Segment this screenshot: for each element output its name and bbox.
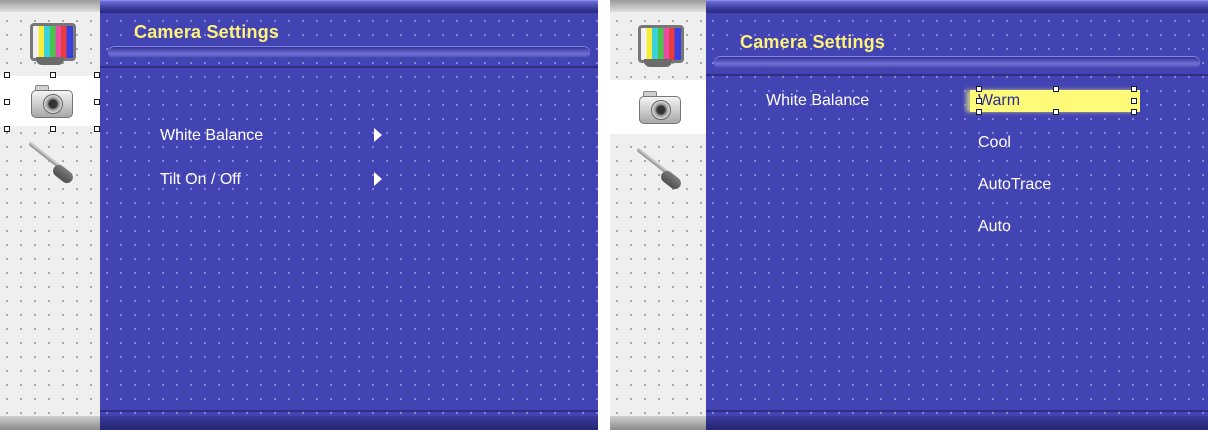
- selection-handle[interactable]: [50, 72, 56, 78]
- sidebar-item-tools[interactable]: [610, 134, 706, 194]
- tools-icon: [22, 130, 78, 186]
- divider: [100, 410, 598, 412]
- menu-item-white-balance[interactable]: White Balance: [160, 127, 263, 145]
- left-sidebar: [0, 0, 100, 430]
- sidebar-top-bevel: [0, 0, 100, 12]
- selection-handle[interactable]: [4, 126, 10, 132]
- selection-handle[interactable]: [976, 98, 982, 104]
- sidebar-item-camera[interactable]: [0, 76, 100, 126]
- selection-handle[interactable]: [976, 109, 982, 115]
- monitor-test-pattern-icon: [24, 21, 76, 67]
- right-screen: Camera Settings White Balance Warm Cool …: [610, 0, 1208, 430]
- top-bevel: [100, 0, 598, 13]
- selection-handle[interactable]: [1131, 98, 1137, 104]
- sidebar-item-camera[interactable]: [610, 80, 706, 134]
- tools-icon: [630, 136, 686, 192]
- sidebar-item-tools[interactable]: [0, 128, 100, 188]
- title-underline-bar: [108, 46, 590, 59]
- title-underline-bar: [714, 56, 1200, 69]
- right-main-area: Camera Settings White Balance Warm Cool …: [706, 0, 1208, 430]
- chevron-right-icon: [374, 172, 382, 186]
- page-title: Camera Settings: [134, 22, 280, 42]
- selection-handle[interactable]: [1131, 86, 1137, 92]
- bottom-bevel: [100, 416, 598, 430]
- selection-handle[interactable]: [50, 126, 56, 132]
- camera-icon: [635, 90, 681, 124]
- option-cool[interactable]: Cool: [978, 134, 1011, 152]
- divider: [706, 410, 1208, 412]
- right-sidebar: [610, 0, 706, 430]
- bottom-bevel: [706, 416, 1208, 430]
- left-screen: Camera Settings White Balance Tilt On / …: [0, 0, 598, 430]
- camera-icon: [27, 84, 73, 118]
- option-auto[interactable]: Auto: [978, 218, 1011, 236]
- sidebar-item-display[interactable]: [610, 16, 706, 76]
- chevron-right-icon: [374, 128, 382, 142]
- selection-handle[interactable]: [1053, 86, 1059, 92]
- divider: [100, 66, 598, 68]
- divider: [706, 74, 1208, 76]
- sidebar-top-bevel: [610, 0, 706, 12]
- sidebar-bottom-bevel: [0, 416, 100, 430]
- selection-handle[interactable]: [1131, 109, 1137, 115]
- monitor-test-pattern-icon: [632, 23, 684, 69]
- top-bevel: [706, 0, 1208, 13]
- option-autotrace[interactable]: AutoTrace: [978, 176, 1051, 194]
- selection-handle[interactable]: [1053, 109, 1059, 115]
- selection-handle[interactable]: [4, 72, 10, 78]
- sidebar-bottom-bevel: [610, 416, 706, 430]
- page-title: Camera Settings: [740, 32, 886, 52]
- selection-handle[interactable]: [4, 99, 10, 105]
- left-main-area: Camera Settings White Balance Tilt On / …: [100, 0, 598, 430]
- sidebar-item-display[interactable]: [0, 14, 100, 74]
- selection-handle[interactable]: [976, 86, 982, 92]
- setting-label: White Balance: [766, 92, 870, 109]
- menu-item-tilt[interactable]: Tilt On / Off: [160, 171, 241, 189]
